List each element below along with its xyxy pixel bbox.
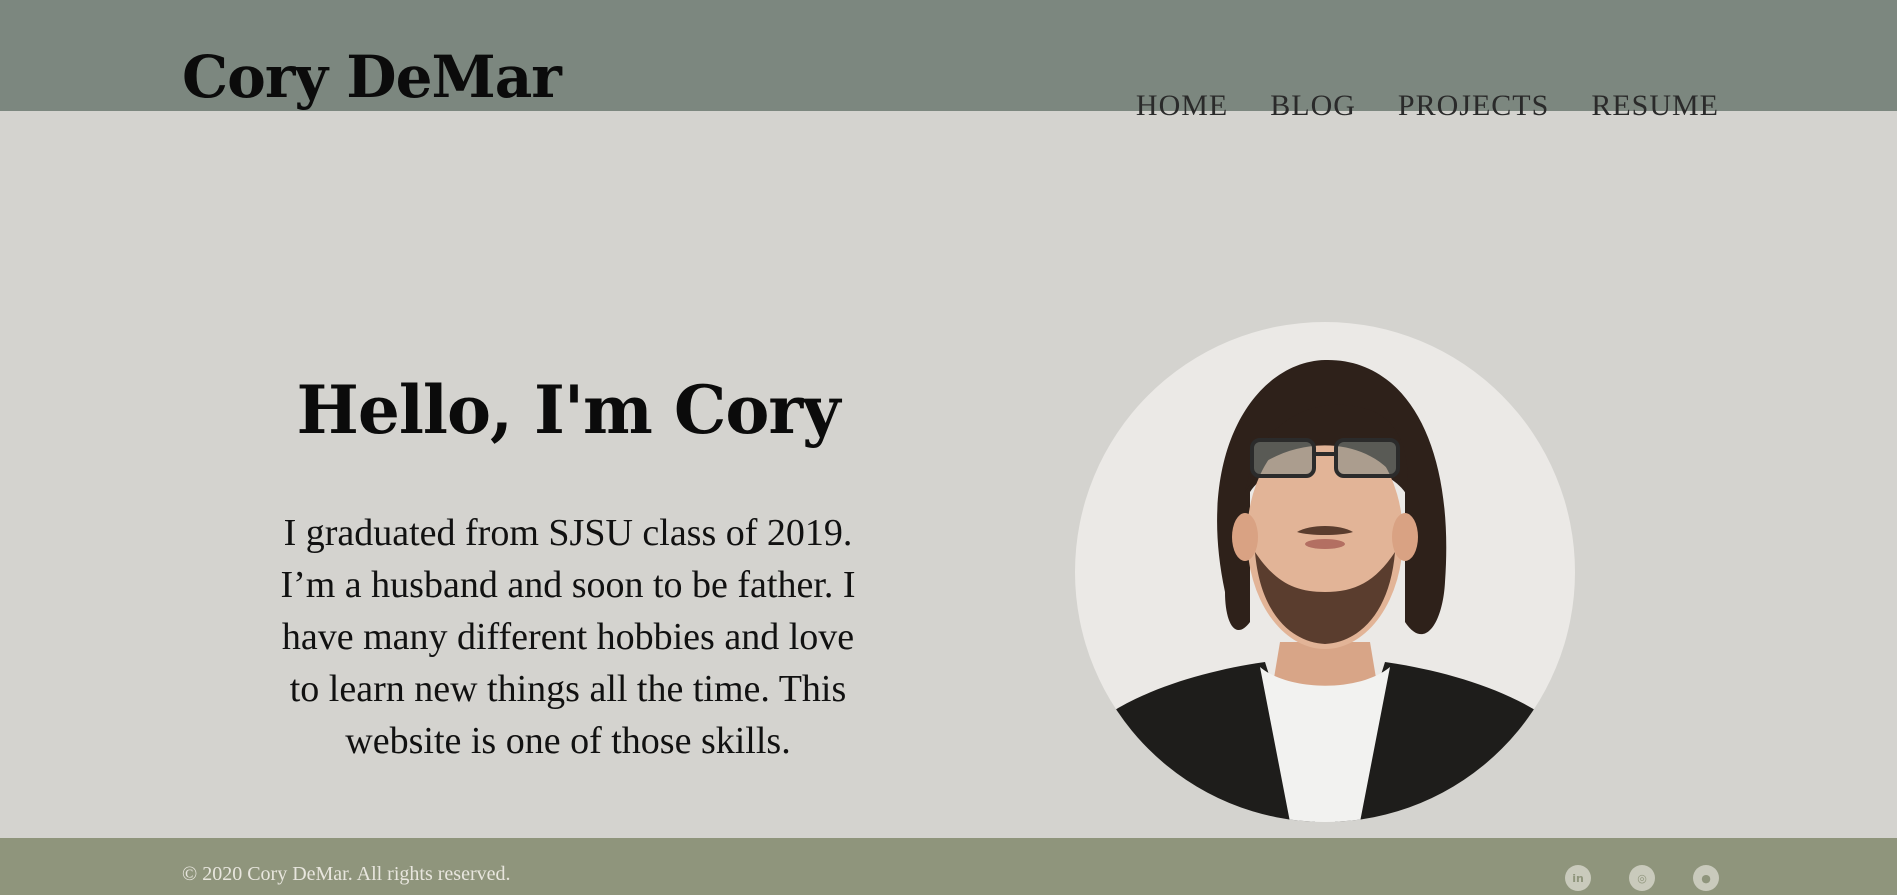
hero-section: Hello, I'm Cory I graduated from SJSU cl… [270,362,866,767]
site-footer: © 2020 Cory DeMar. All rights reserved. … [0,838,1897,895]
main-nav: HOME BLOG PROJECTS RESUME [1136,86,1719,126]
nav-blog[interactable]: BLOG [1270,86,1356,126]
copyright-text: © 2020 Cory DeMar. All rights reserved. [182,863,511,885]
hero-title: Hello, I'm Cory [296,371,840,449]
site-header: Cory DeMar HOME BLOG PROJECTS RESUME [0,0,1897,122]
nav-projects[interactable]: PROJECTS [1398,86,1549,126]
linkedin-icon[interactable]: in [1565,865,1591,891]
site-title[interactable]: Cory DeMar [182,36,562,118]
nav-resume[interactable]: RESUME [1591,86,1719,126]
profile-photo [1075,322,1575,822]
hero-description: I graduated from SJSU class of 2019. I’m… [280,512,856,762]
social-links: in ◎ ● [1565,865,1719,891]
instagram-icon[interactable]: ◎ [1629,865,1655,891]
nav-home[interactable]: HOME [1136,86,1228,126]
github-icon[interactable]: ● [1693,865,1719,891]
